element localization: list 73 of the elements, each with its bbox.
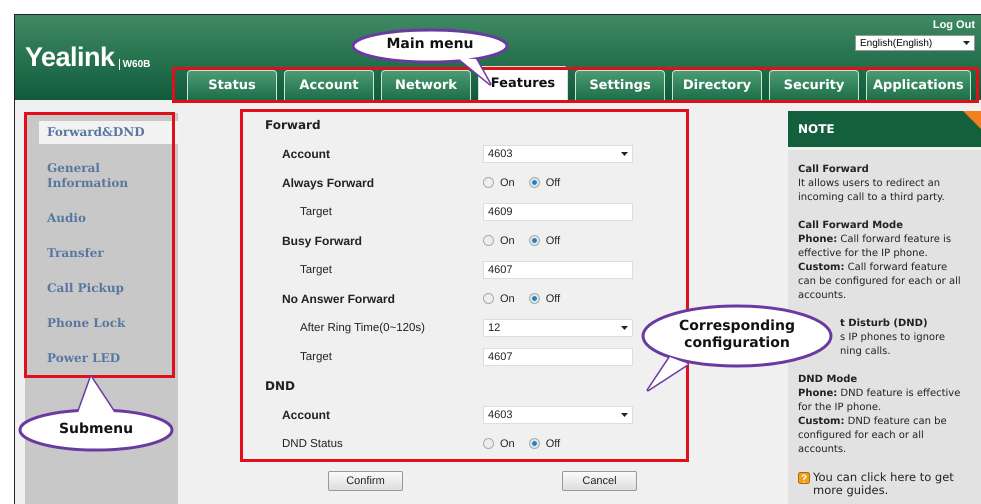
field-label: Always Forward xyxy=(282,176,376,190)
radio-button[interactable] xyxy=(483,177,494,188)
note-heading: Call Forward xyxy=(798,163,870,177)
note-text: ning calls. xyxy=(840,345,892,359)
field-label: DND Status xyxy=(282,438,344,450)
radio-label: Off xyxy=(546,176,560,188)
radio-label: Off xyxy=(546,292,560,304)
sidebar-item[interactable]: Power LED xyxy=(39,347,178,370)
model-label: W60B xyxy=(118,59,150,70)
input-field[interactable]: 4607 xyxy=(483,348,633,366)
form-button[interactable]: Confirm xyxy=(328,471,403,491)
sidebar-item[interactable]: Phone Lock xyxy=(39,312,178,335)
select-field[interactable]: 12 xyxy=(483,318,633,336)
dropdown-caret-icon xyxy=(621,326,628,330)
radio-label: Off xyxy=(546,234,560,246)
brand-logo: Yealink xyxy=(25,42,115,73)
note-text: Custom: Call forward feature can be configured for each or all accounts. xyxy=(798,261,961,303)
note-heading: t Disturb (DND) xyxy=(840,317,929,331)
radio-button[interactable] xyxy=(483,235,494,246)
input-field[interactable]: 4609 xyxy=(483,202,633,220)
field-label: Target xyxy=(300,350,333,362)
radio-button[interactable] xyxy=(528,293,540,304)
note-text: Phone: DND feature is effective for the IP phone. xyxy=(798,387,961,415)
nav-tab[interactable]: Account xyxy=(284,70,374,100)
radio-button[interactable] xyxy=(483,438,494,449)
field-label: Busy Forward xyxy=(282,234,364,248)
nav-tab[interactable]: Security xyxy=(769,70,859,100)
form-button[interactable]: Cancel xyxy=(562,471,637,491)
sidebar-item[interactable]: Forward&DND xyxy=(39,121,178,144)
field-label: Account xyxy=(282,146,331,160)
radio-button[interactable] xyxy=(528,177,540,188)
dropdown-caret-icon xyxy=(963,41,970,45)
sidebar-item[interactable]: General Information xyxy=(39,157,178,195)
radio-button[interactable] xyxy=(483,293,494,304)
input-field[interactable]: 4607 xyxy=(483,260,633,278)
radio-label: On xyxy=(500,176,515,188)
note-heading: DND Mode xyxy=(798,373,858,387)
corner-fold-icon xyxy=(963,111,981,129)
note-text: s IP phones to ignore xyxy=(840,331,946,345)
field-label: Target xyxy=(300,264,333,276)
nav-tab[interactable]: Applications xyxy=(866,70,971,100)
field-label: Target xyxy=(300,206,333,218)
language-select[interactable]: English(English) xyxy=(855,35,975,51)
nav-tab[interactable]: Status xyxy=(187,70,277,100)
dropdown-caret-icon xyxy=(621,152,628,156)
radio-button[interactable] xyxy=(528,235,540,246)
nav-tab[interactable]: Network xyxy=(381,70,471,100)
help-icon[interactable] xyxy=(798,472,810,484)
sidebar-item[interactable]: Audio xyxy=(39,207,178,230)
help-link[interactable]: You can click here to get more guides. xyxy=(813,471,961,497)
field-label: No Answer Forward xyxy=(282,292,396,306)
note-text: Phone: Call forward feature is effective for the IP phone. xyxy=(798,233,952,261)
nav-tab[interactable]: Settings xyxy=(575,70,665,100)
note-header: NOTE xyxy=(788,111,981,147)
sidebar-item[interactable]: Transfer xyxy=(39,242,178,265)
sidebar-item[interactable]: Call Pickup xyxy=(39,277,178,300)
note-text: It allows users to redirect an incoming call to a third party. xyxy=(798,177,946,205)
select-field[interactable]: 4603 xyxy=(483,406,633,424)
field-label: After Ring Time(0~120s) xyxy=(300,322,426,334)
note-text: Custom: DND feature can be configured for each or all accounts. xyxy=(798,415,948,457)
radio-label: On xyxy=(500,234,515,246)
radio-label: On xyxy=(500,438,515,450)
nav-tab[interactable]: Directory xyxy=(672,70,762,100)
radio-button[interactable] xyxy=(528,438,540,449)
select-field[interactable]: 4603 xyxy=(483,144,633,162)
logout-link[interactable]: Log Out xyxy=(932,19,975,31)
note-heading: Call Forward Mode xyxy=(798,219,904,233)
radio-label: Off xyxy=(546,438,560,450)
section-title: DND xyxy=(264,378,296,394)
radio-label: On xyxy=(500,292,515,304)
section-title: Forward xyxy=(264,116,322,134)
dropdown-caret-icon xyxy=(621,412,628,416)
field-label: Account xyxy=(282,408,331,422)
